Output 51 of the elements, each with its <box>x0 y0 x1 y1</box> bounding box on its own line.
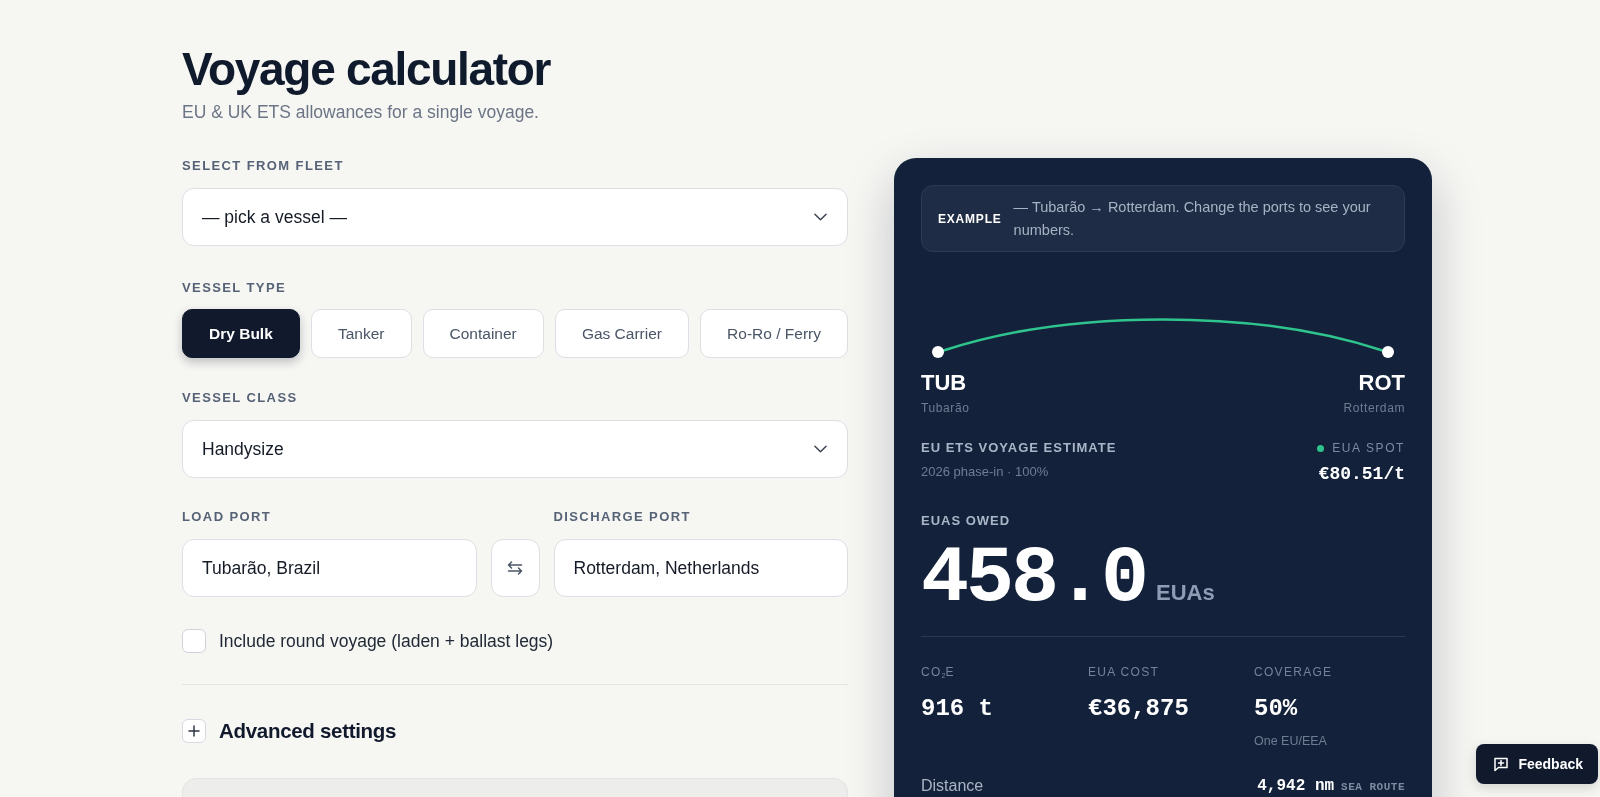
fleet-select[interactable]: — pick a vessel — <box>182 188 848 246</box>
owed-label: EUAS OWED <box>921 512 1012 530</box>
field-label: DISCHARGE PORT <box>553 508 692 526</box>
metric-label: EUA COST <box>1088 664 1160 680</box>
feedback-button[interactable]: Feedback <box>1476 744 1598 784</box>
example-tag: EXAMPLE <box>938 211 1002 226</box>
vessel-class-select[interactable]: Handysize <box>182 420 848 478</box>
vessel-type-tab[interactable]: Ro-Ro / Ferry <box>700 309 849 358</box>
checkbox-label[interactable]: Include round voyage (laden + ballast legs) <box>219 630 554 652</box>
detail-value: 4,942 nm <box>1257 778 1335 794</box>
estimate-subtitle: 2026 phase-in · 100% <box>921 463 1050 481</box>
vessel-type-tab[interactable]: Tanker <box>310 309 412 358</box>
owed-unit: EUAs <box>1156 580 1215 606</box>
advanced-settings-toggle[interactable]: Advanced settings <box>182 719 397 743</box>
chevron-down-icon <box>814 213 827 221</box>
port-name: Rotterdam <box>1343 400 1405 416</box>
discharge-port-field[interactable]: Rotterdam, Netherlands <box>553 539 848 597</box>
spot-label: EUA SPOT <box>1332 440 1405 456</box>
port-code: ROT <box>1358 370 1405 396</box>
banner-text: — Tubarão → Rotterdam. Change the ports to see your numbers. <box>1013 197 1372 240</box>
estimate-title: EU ETS VOYAGE ESTIMATE <box>921 439 1117 457</box>
chevron-down-icon <box>814 445 827 453</box>
port-name: Tubarão <box>921 400 970 416</box>
status-dot-icon <box>1317 444 1325 452</box>
metric-value: €36,875 <box>1088 694 1189 724</box>
metric-value: 50% <box>1254 694 1298 724</box>
field-label: SELECT FROM FLEET <box>182 157 345 175</box>
page-subtitle: EU & UK ETS allowances for a single voyage. <box>182 101 540 124</box>
port-dot <box>1382 346 1394 358</box>
vessel-type-tab[interactable]: Gas Carrier <box>554 309 690 358</box>
checkbox[interactable] <box>182 629 206 653</box>
metric-note: One EU/EEA <box>1254 733 1327 749</box>
field-label: VESSEL CLASS <box>182 389 299 407</box>
metric-value: 916 t <box>921 694 993 724</box>
swap-button[interactable] <box>490 539 540 597</box>
vessel-type-tab[interactable]: Dry Bulk <box>182 309 300 358</box>
field-label: VESSEL TYPE <box>182 279 288 297</box>
load-port-field[interactable]: Tubarão, Brazil <box>182 539 477 597</box>
metric-label: COVERAGE <box>1254 664 1333 680</box>
metric-label: CO$_{2}$E <box>921 664 955 680</box>
page-title: Voyage calculator <box>182 43 552 95</box>
port-code: TUB <box>921 370 967 396</box>
detail-note: SEA ROUTE <box>1341 781 1405 793</box>
chat-plus-icon <box>1493 756 1510 772</box>
swap-arrows-icon <box>507 561 523 575</box>
owed-value: 458.0 <box>921 539 1147 619</box>
vessel-type-tab[interactable]: Container <box>422 309 544 358</box>
detail-label: Distance <box>921 778 984 794</box>
spot-price: €80.51/t <box>1318 463 1405 485</box>
field-label: LOAD PORT <box>182 508 273 526</box>
port-dot <box>932 346 944 358</box>
